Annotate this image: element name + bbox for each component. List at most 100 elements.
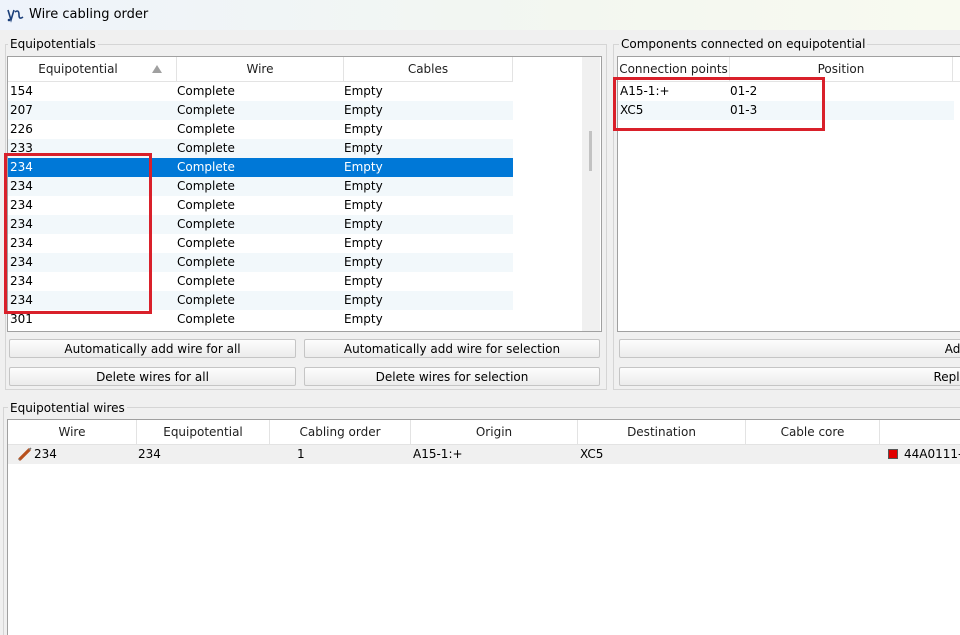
equipotential-wires-list[interactable]: Wire Equipotential Cabling order Origin … xyxy=(7,419,960,635)
color-swatch xyxy=(888,449,898,459)
position-cell: 01-2 xyxy=(730,84,758,98)
wire-status-cell: Complete xyxy=(177,179,235,193)
column-header-equipotential[interactable]: Equipotential xyxy=(8,57,177,81)
equipotentials-header: Equipotential Wire Cables xyxy=(8,57,513,82)
equipotential-cell: 234 xyxy=(10,160,33,174)
column-header-cable-core[interactable]: Cable core xyxy=(746,420,880,444)
equipotential-cell: 234 xyxy=(10,198,33,212)
cables-status-cell: Empty xyxy=(344,84,383,98)
wire-status-cell: Complete xyxy=(177,103,235,117)
position-cell: 01-3 xyxy=(730,103,758,117)
equipotentials-scrollbar[interactable] xyxy=(582,57,600,331)
delete-wires-all-button[interactable]: Delete wires for all xyxy=(9,367,296,386)
wire-status-cell: Complete xyxy=(177,198,235,212)
cables-status-cell: Empty xyxy=(344,255,383,269)
equipotential-cell: 234 xyxy=(10,179,33,193)
equipotential-row[interactable]: 234 Complete Empty xyxy=(8,234,513,253)
equipotential-wires-group-label: Equipotential wires xyxy=(8,401,127,415)
column-header-connection-points[interactable]: Connection points xyxy=(618,57,730,81)
cables-status-cell: Empty xyxy=(344,274,383,288)
column-header-cabling-order[interactable]: Cabling order xyxy=(270,420,411,444)
cables-status-cell: Empty xyxy=(344,141,383,155)
wire-icon xyxy=(18,447,32,461)
cables-status-cell: Empty xyxy=(344,293,383,307)
wire-status-cell: Complete xyxy=(177,293,235,307)
add-wire-button[interactable]: Add wire xyxy=(619,339,960,358)
equipotential-row[interactable]: 234 Complete Empty xyxy=(8,158,513,177)
equipotential-row[interactable]: 234 Complete Empty xyxy=(8,177,513,196)
equipotential-wires-header: Wire Equipotential Cabling order Origin … xyxy=(8,420,960,445)
equipotential-cell: 234 xyxy=(10,255,33,269)
equipotential-cell: 234 xyxy=(10,217,33,231)
origin-cell: A15-1:+ xyxy=(413,447,463,461)
cables-status-cell: Empty xyxy=(344,198,383,212)
column-header-equipotential[interactable]: Equipotential xyxy=(137,420,270,444)
cables-status-cell: Empty xyxy=(344,312,383,326)
equipotential-row[interactable]: 301 Complete Empty xyxy=(8,310,513,329)
equipotential-cell: 207 xyxy=(10,103,33,117)
components-group-label: Components connected on equipotential xyxy=(619,37,868,51)
column-header-cables[interactable]: Cables xyxy=(344,57,513,81)
wire-status-cell: Complete xyxy=(177,274,235,288)
components-header: Connection points Position xyxy=(618,57,960,82)
equipotential-row[interactable]: 207 Complete Empty xyxy=(8,101,513,120)
cabling-order-cell: 1 xyxy=(297,447,305,461)
equipotential-row[interactable]: 154 Complete Empty xyxy=(8,82,513,101)
wire-row[interactable]: 234 234 1 A15-1:+ XC5 44A0111-2 xyxy=(8,445,960,464)
equipotential-row[interactable]: 233 Complete Empty xyxy=(8,139,513,158)
equipotential-cell: 234 xyxy=(138,447,161,461)
equipotential-cell: 233 xyxy=(10,141,33,155)
equipotential-row[interactable]: 234 Complete Empty xyxy=(8,196,513,215)
wire-status-cell: Complete xyxy=(177,255,235,269)
equipotential-row[interactable]: 234 Complete Empty xyxy=(8,215,513,234)
cable-core-reference-cell: 44A0111-2 xyxy=(904,447,960,461)
column-header-wire[interactable]: Wire xyxy=(177,57,344,81)
component-row[interactable]: A15-1:+ 01-2 xyxy=(618,82,954,101)
components-list[interactable]: Connection points Position A15-1:+ 01-2 XC… xyxy=(617,56,960,332)
equipotential-cell: 226 xyxy=(10,122,33,136)
equipotential-row[interactable]: 234 Complete Empty xyxy=(8,291,513,310)
equipotential-cell: 234 xyxy=(10,236,33,250)
wire-status-cell: Complete xyxy=(177,217,235,231)
equipotentials-group-label: Equipotentials xyxy=(8,37,98,51)
wire-status-cell: Complete xyxy=(177,122,235,136)
component-row[interactable]: XC5 01-3 xyxy=(618,101,954,120)
equipotentials-list[interactable]: Equipotential Wire Cables 154 Complete Emp… xyxy=(7,56,602,332)
equipotential-row[interactable]: 226 Complete Empty xyxy=(8,120,513,139)
wire-status-cell: Complete xyxy=(177,236,235,250)
window-title: Wire cabling order xyxy=(29,7,149,22)
cables-status-cell: Empty xyxy=(344,122,383,136)
column-header-destination[interactable]: Destination xyxy=(578,420,746,444)
wire-status-cell: Complete xyxy=(177,84,235,98)
column-header-position[interactable]: Position xyxy=(730,57,953,81)
cables-status-cell: Empty xyxy=(344,179,383,193)
cables-status-cell: Empty xyxy=(344,103,383,117)
wire-cell: 234 xyxy=(34,447,57,461)
auto-add-wire-all-button[interactable]: Automatically add wire for all xyxy=(9,339,296,358)
cables-status-cell: Empty xyxy=(344,236,383,250)
column-header-wire[interactable]: Wire xyxy=(8,420,137,444)
auto-add-wire-selection-button[interactable]: Automatically add wire for selection xyxy=(304,339,600,358)
equipotentials-scrollbar-thumb[interactable] xyxy=(589,131,592,171)
column-header-extra[interactable] xyxy=(880,420,960,444)
cables-status-cell: Empty xyxy=(344,217,383,231)
wire-cabling-app-icon xyxy=(7,9,24,23)
equipotential-cell: 234 xyxy=(10,274,33,288)
delete-wires-selection-button[interactable]: Delete wires for selection xyxy=(304,367,600,386)
column-header-origin[interactable]: Origin xyxy=(411,420,578,444)
wire-status-cell: Complete xyxy=(177,141,235,155)
destination-cell: XC5 xyxy=(580,447,604,461)
cables-status-cell: Empty xyxy=(344,160,383,174)
replace-button[interactable]: Replace or xyxy=(619,367,960,386)
wire-status-cell: Complete xyxy=(177,312,235,326)
sort-ascending-icon xyxy=(152,65,162,73)
cable-core-cell xyxy=(748,445,876,464)
title-bar: Wire cabling order xyxy=(0,0,960,30)
equipotential-cell: 234 xyxy=(10,293,33,307)
connection-point-cell: XC5 xyxy=(620,103,644,117)
equipotential-row[interactable]: 234 Complete Empty xyxy=(8,253,513,272)
equipotential-row[interactable]: 234 Complete Empty xyxy=(8,272,513,291)
equipotential-cell: 301 xyxy=(10,312,33,326)
connection-point-cell: A15-1:+ xyxy=(620,84,670,98)
equipotential-cell: 154 xyxy=(10,84,33,98)
